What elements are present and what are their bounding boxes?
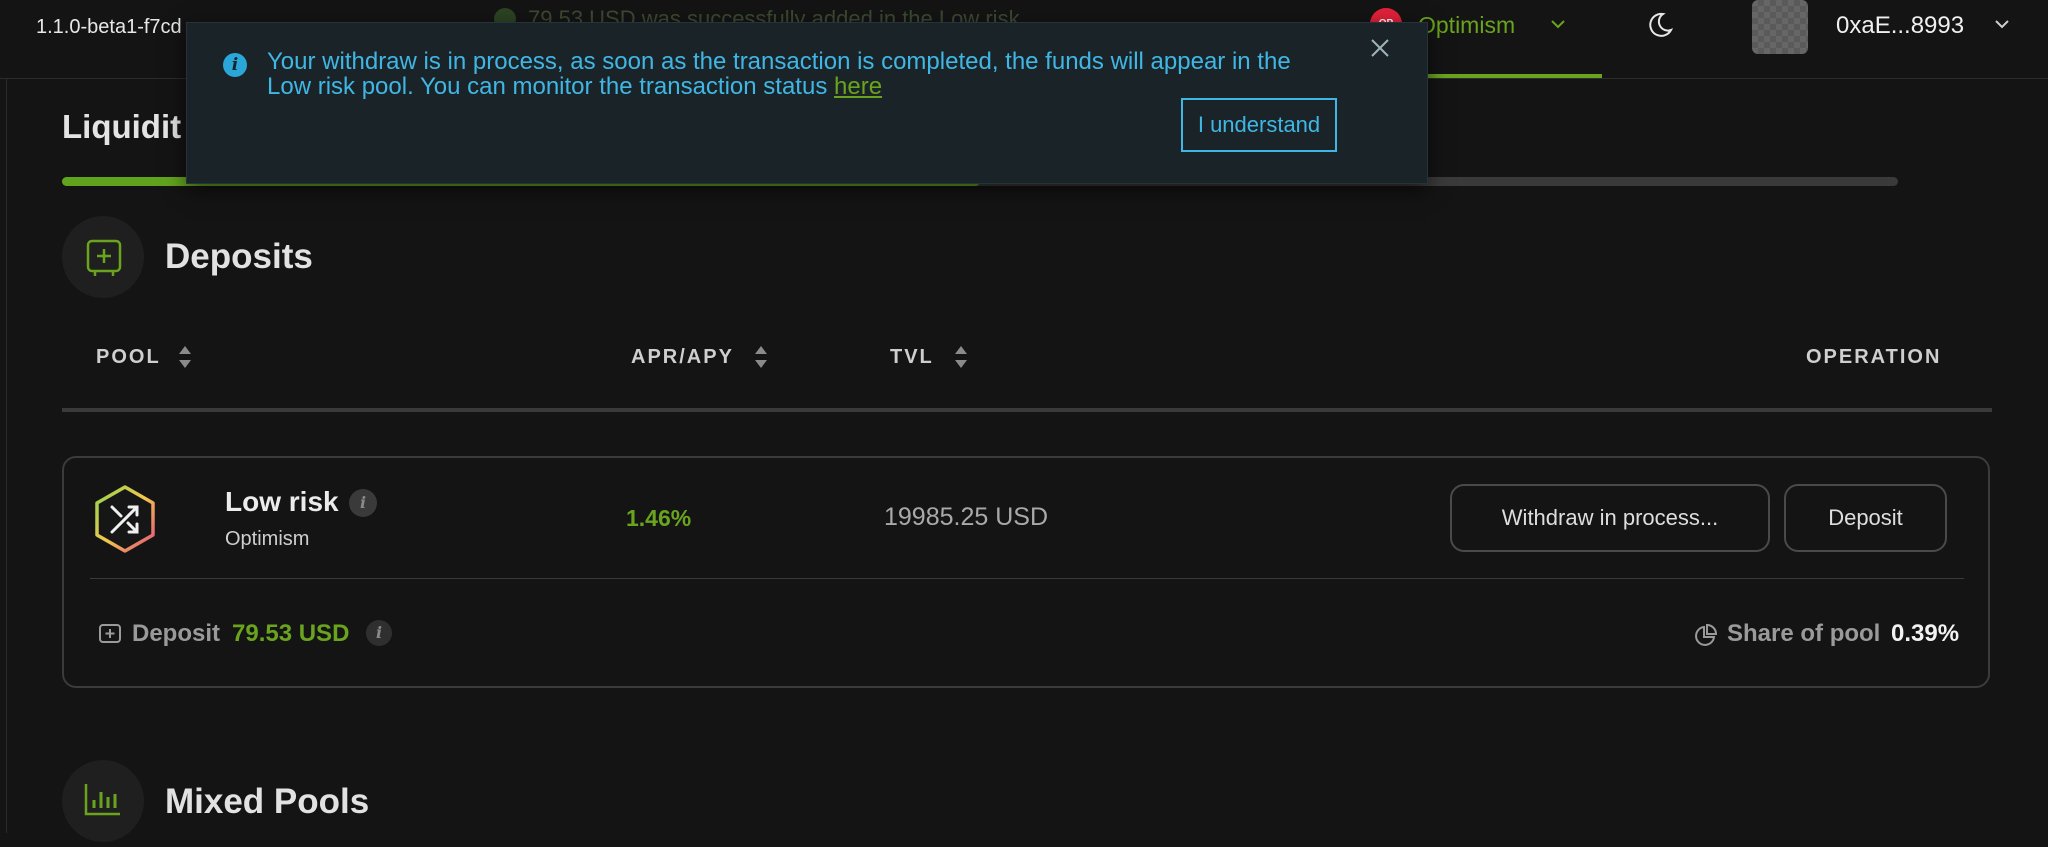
close-icon[interactable] bbox=[1367, 35, 1393, 61]
sort-icon[interactable] bbox=[178, 344, 192, 370]
info-icon[interactable]: i bbox=[366, 620, 392, 646]
chevron-down-icon[interactable] bbox=[1992, 14, 2012, 39]
i-understand-button[interactable]: I understand bbox=[1181, 98, 1337, 152]
info-icon: i bbox=[223, 53, 247, 77]
share-of-pool-label: Share of pool bbox=[1727, 620, 1881, 647]
column-header-operation: OPERATION bbox=[1806, 346, 1942, 368]
left-edge-divider bbox=[6, 0, 7, 833]
sort-icon[interactable] bbox=[954, 344, 968, 370]
deposits-title: Deposits bbox=[165, 237, 313, 276]
deposits-section-icon bbox=[62, 216, 144, 298]
chevron-down-icon[interactable] bbox=[1548, 14, 1568, 39]
pool-network: Optimism bbox=[225, 528, 310, 550]
deposit-icon bbox=[98, 622, 122, 646]
table-header-divider bbox=[62, 408, 1992, 412]
avatar[interactable] bbox=[1752, 0, 1808, 54]
card-divider bbox=[90, 578, 1964, 579]
pie-chart-icon bbox=[1694, 623, 1718, 647]
sort-icon[interactable] bbox=[754, 344, 768, 370]
shuffle-icon bbox=[90, 484, 160, 554]
network-active-underline bbox=[1410, 74, 1602, 78]
column-header-tvl[interactable]: TVL bbox=[890, 346, 934, 369]
pool-tvl: 19985.25 USD bbox=[884, 503, 1049, 531]
mixed-pools-section-icon bbox=[62, 760, 144, 842]
withdraw-toast: i Your withdraw is in process, as soon a… bbox=[186, 22, 1428, 184]
deposit-value: 79.53 USD bbox=[232, 620, 350, 647]
deposit-button[interactable]: Deposit bbox=[1784, 484, 1947, 552]
network-selector[interactable]: Optimism bbox=[1418, 12, 1515, 39]
column-header-pool[interactable]: POOL bbox=[96, 346, 161, 369]
column-header-apr[interactable]: APR/APY bbox=[631, 346, 734, 369]
info-icon[interactable]: i bbox=[349, 489, 377, 517]
pool-apr: 1.46% bbox=[626, 505, 692, 531]
toast-message: Your withdraw is in process, as soon as … bbox=[267, 49, 1327, 99]
toast-status-link[interactable]: here bbox=[834, 73, 882, 100]
moon-icon[interactable] bbox=[1644, 10, 1674, 40]
version-label: 1.1.0-beta1-f7cd bbox=[36, 16, 182, 38]
withdraw-in-process-button[interactable]: Withdraw in process... bbox=[1450, 484, 1770, 552]
deposit-label: Deposit bbox=[132, 620, 221, 647]
mixed-pools-title: Mixed Pools bbox=[165, 782, 370, 821]
wallet-address[interactable]: 0xaE...8993 bbox=[1836, 12, 1964, 40]
toast-message-text: Your withdraw is in process, as soon as … bbox=[267, 48, 1291, 100]
pool-name: Low risk bbox=[225, 486, 339, 517]
page-title: Liquidit bbox=[62, 108, 182, 145]
share-of-pool-value: 0.39% bbox=[1891, 620, 1960, 647]
